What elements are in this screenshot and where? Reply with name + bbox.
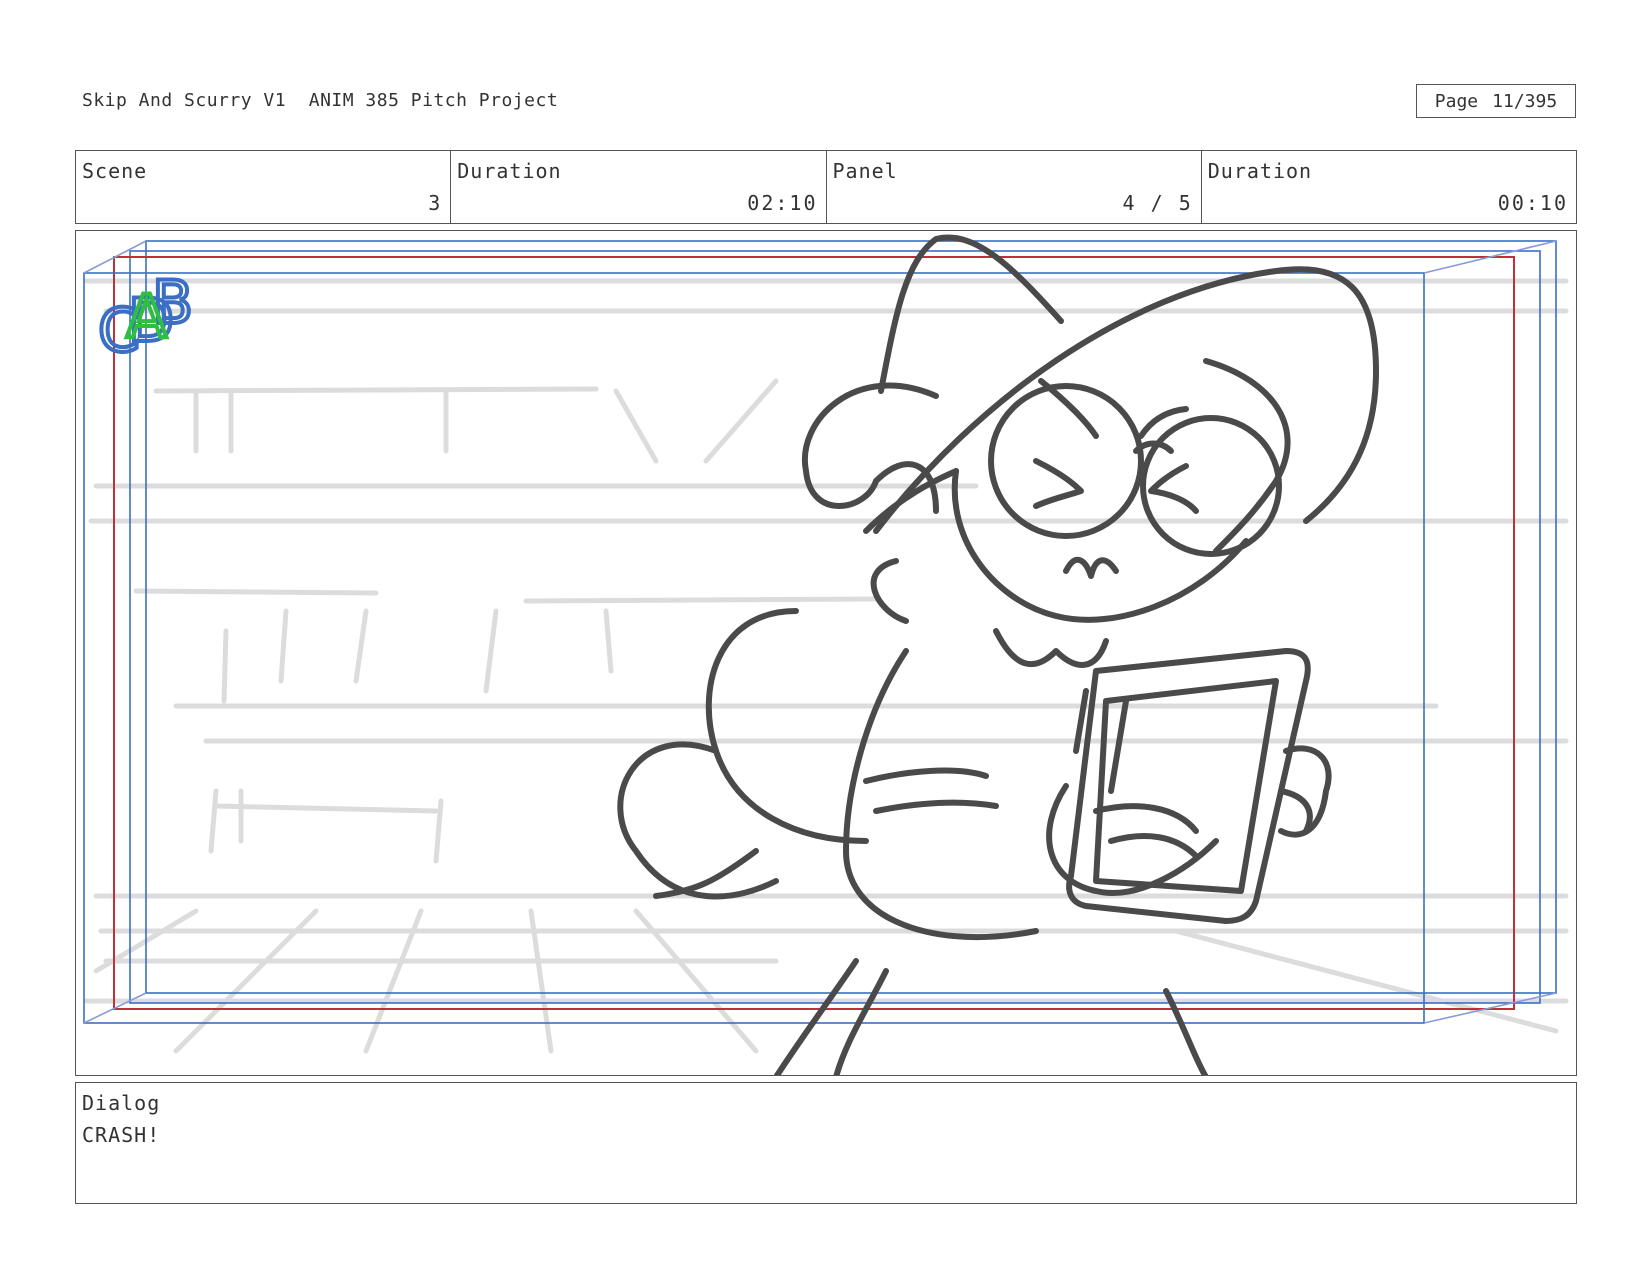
storyboard-sketch: C D B A: [83, 234, 1569, 1075]
panel-info-row: Scene 3 Duration 02:10 Panel 4 / 5 Durat…: [75, 150, 1577, 224]
dialog-box: Dialog CRASH!: [75, 1082, 1577, 1204]
dialog-text: CRASH!: [82, 1123, 161, 1147]
project-title: Skip And Scurry V1 ANIM 385 Pitch Projec…: [82, 90, 559, 111]
camera-guides: [83, 240, 1557, 1024]
scene-value: 3: [428, 191, 443, 215]
panel-duration-label: Duration: [1207, 159, 1313, 183]
svg-text:A: A: [126, 282, 167, 352]
panel-duration-value: 00:10: [1497, 191, 1568, 215]
panel-label: Panel: [832, 159, 898, 183]
scene-label: Scene: [82, 159, 148, 183]
scene-cell: Scene 3: [76, 151, 452, 223]
page-number: 11/395: [1492, 90, 1558, 112]
scene-duration-label: Duration: [457, 159, 562, 183]
dialog-label: Dialog: [82, 1091, 161, 1115]
background-shelves: [83, 278, 1569, 1054]
page-label: Page: [1434, 90, 1479, 112]
scene-duration-value: 02:10: [747, 191, 818, 215]
panel-cell: Panel 4 / 5: [827, 151, 1202, 223]
panel-duration-cell: Duration 00:10: [1202, 151, 1576, 223]
scene-duration-cell: Duration 02:10: [451, 151, 827, 223]
panel-value: 4 / 5: [1122, 191, 1193, 215]
character-sketch: [617, 234, 1379, 1075]
page-indicator: Page 11/395: [1416, 84, 1576, 118]
storyboard-panel: C D B A: [75, 230, 1577, 1076]
